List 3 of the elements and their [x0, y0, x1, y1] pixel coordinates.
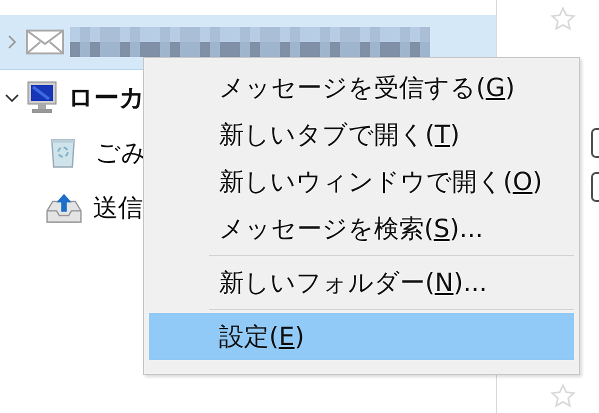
folder-name: ごみ: [95, 137, 147, 169]
folder-name: ローカ: [68, 82, 145, 114]
folder-name: 送信: [93, 192, 143, 224]
